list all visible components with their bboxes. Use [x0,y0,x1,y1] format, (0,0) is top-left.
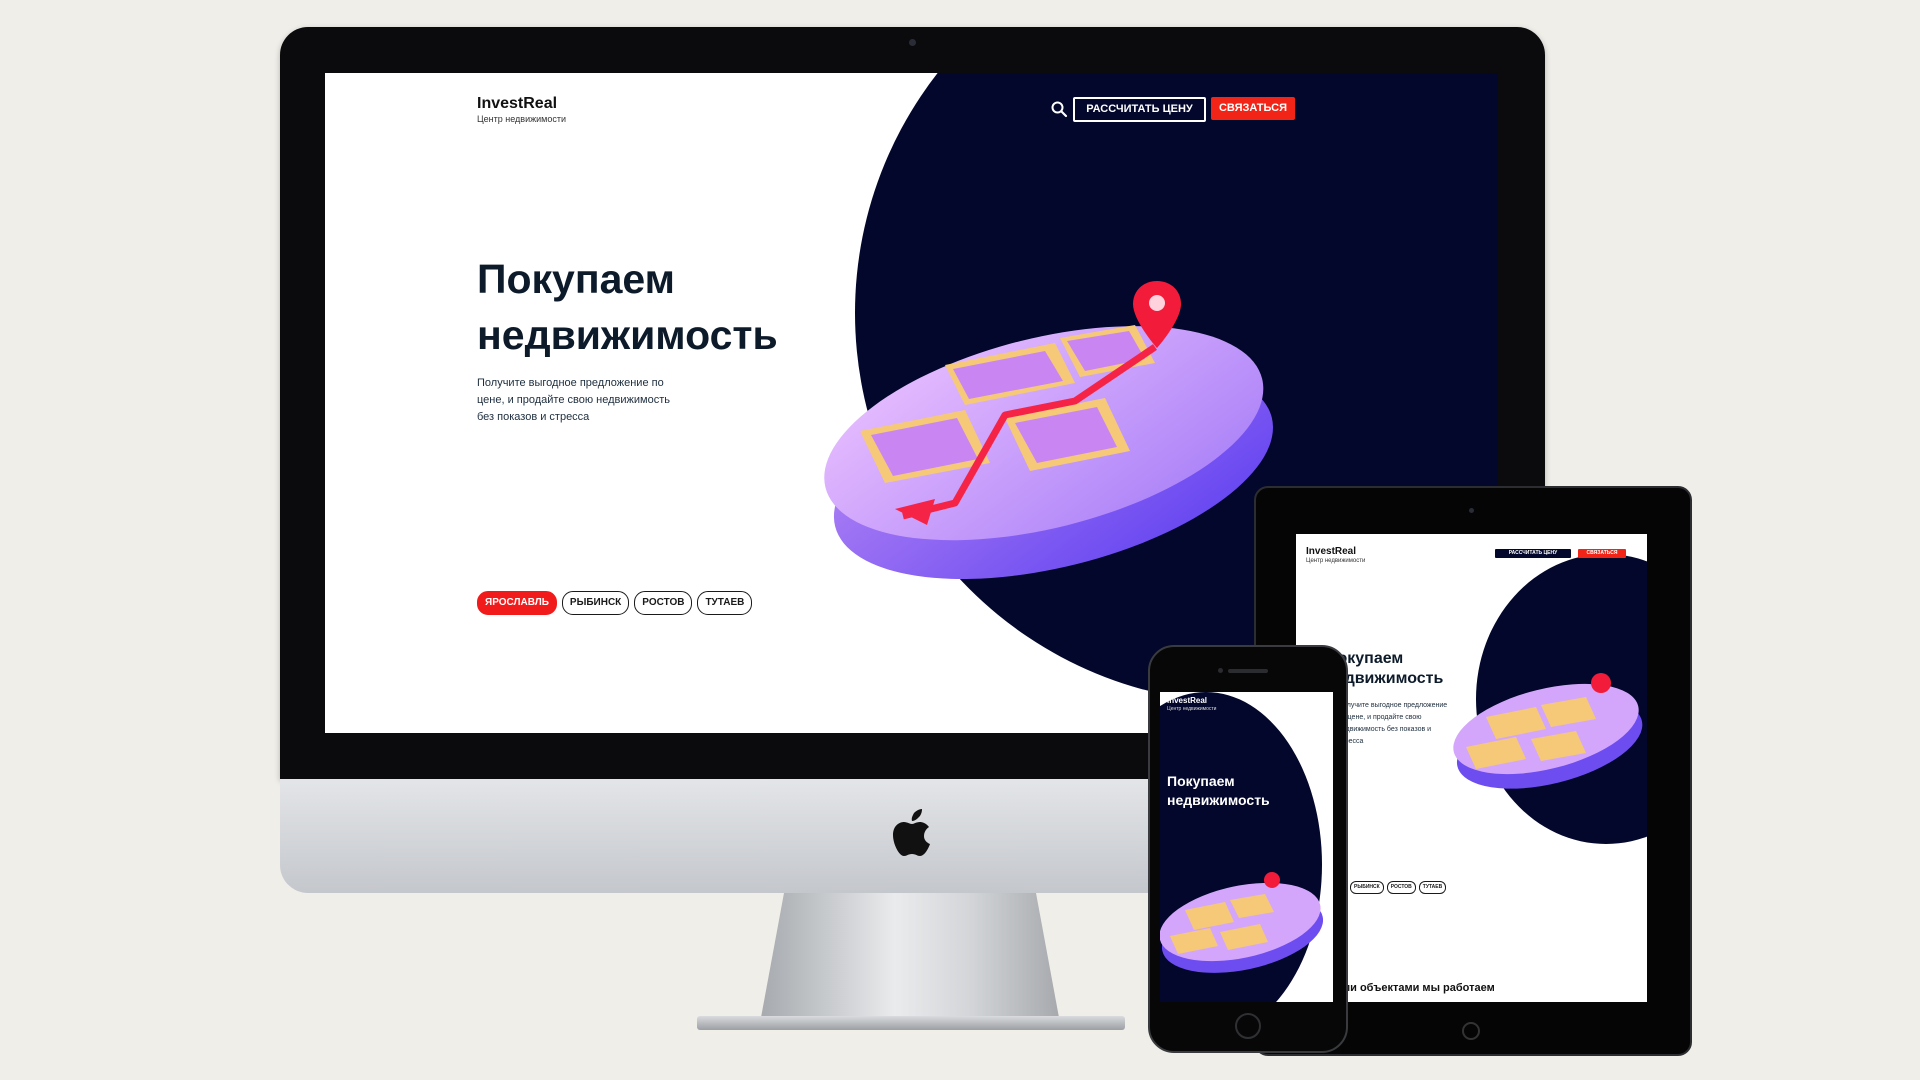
phone-hero-illustration [1160,872,1324,973]
tablet-city-chips: РЫБИНСК РОСТОВ ТУТАЕВ [1341,881,1447,894]
tablet-brand-logo[interactable]: InvestReal Центр недвижимости [1306,546,1365,564]
phone-speaker [1228,669,1268,673]
hero-illustration [824,281,1273,580]
phone-screen: InvestReal Центр недвижимости Покупаем н… [1160,692,1333,1002]
phone-home-button [1235,1013,1261,1039]
phone-brand-logo[interactable]: InvestReal Центр недвижимости [1167,696,1216,712]
tablet-hero-illustration [1453,673,1643,789]
search-icon[interactable] [1050,100,1068,118]
tablet-brand-tagline: Центр недвижимости [1306,558,1366,564]
monitor-stand [760,893,1060,1023]
city-chip-rostov[interactable]: РОСТОВ [634,591,693,615]
tablet-city-chip-tutaev[interactable]: ТУТАЕВ [1418,881,1447,894]
brand-logo[interactable]: InvestReal Центр недвижимости [477,95,566,124]
tablet-brand-name: InvestReal [1306,546,1357,557]
phone-brand-name: InvestReal [1167,696,1208,705]
tablet-section-title: ми объектами мы работаем [1342,982,1495,994]
tablet-camera [1469,508,1474,513]
tablet-city-chip-rostov[interactable]: РОСТОВ [1386,881,1416,894]
brand-name: InvestReal [477,95,558,112]
tablet-home-button [1462,1022,1480,1040]
city-chip-yaroslavl[interactable]: ЯРОСЛАВЛЬ [477,591,557,615]
phone-hero-title: Покупаем недвижимость [1167,773,1270,808]
city-chips: ЯРОСЛАВЛЬ РЫБИНСК РОСТОВ ТУТАЕВ [477,591,753,615]
brand-tagline: Центр недвижимости [477,114,566,124]
monitor-stand-base [697,1016,1125,1030]
tablet-city-chip-rybinsk[interactable]: РЫБИНСК [1350,881,1384,894]
calc-price-button[interactable]: РАССЧИТАТЬ ЦЕНУ [1073,97,1206,122]
monitor-camera [909,39,916,46]
tablet-screen: InvestReal Центр недвижимости РАССЧИТАТЬ… [1296,534,1647,1002]
hero-subtitle: Получите выгодное предложение по цене, и… [477,377,670,423]
apple-logo-icon [893,809,930,856]
city-chip-rybinsk[interactable]: РЫБИНСК [561,591,630,615]
tablet-calc-price-button[interactable]: РАССЧИТАТЬ ЦЕНУ [1495,549,1571,558]
tablet-hero-subtitle: Получите выгодное предложение по цене, и… [1338,702,1448,745]
city-chip-tutaev[interactable]: ТУТАЕВ [697,591,753,615]
phone-brand-tagline: Центр недвижимости [1167,706,1217,712]
contact-button[interactable]: СВЯЗАТЬСЯ [1211,97,1295,120]
tablet-contact-button[interactable]: СВЯЗАТЬСЯ [1578,549,1626,558]
phone-camera [1218,668,1223,673]
